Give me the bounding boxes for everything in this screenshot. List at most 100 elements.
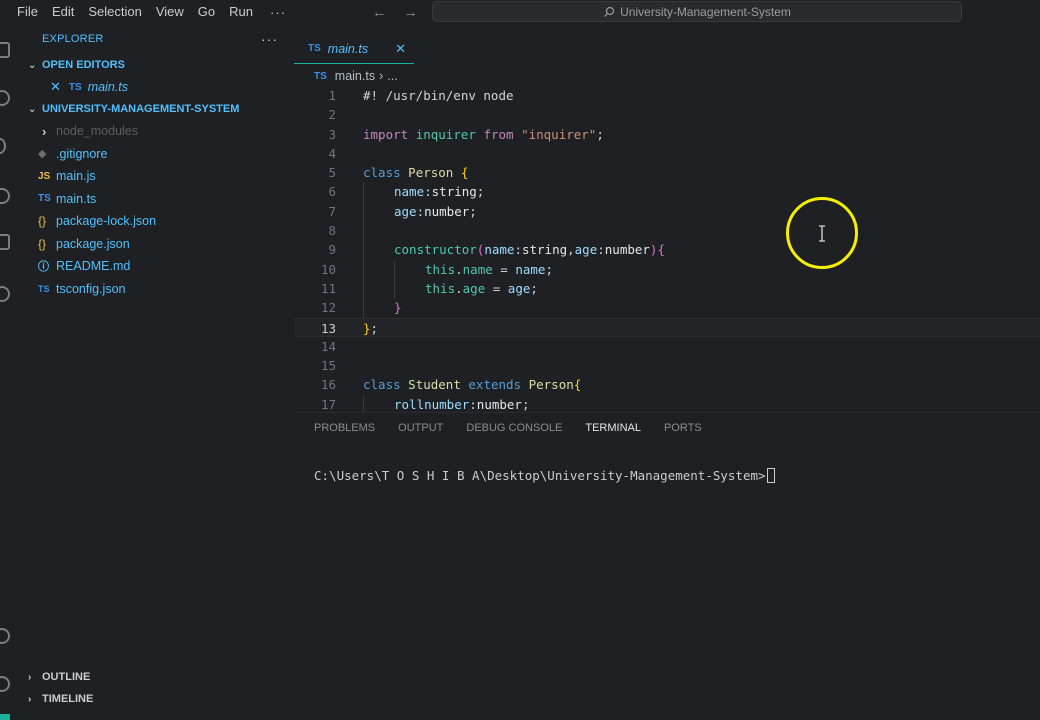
line-number: 1 bbox=[328, 88, 336, 103]
typescript-file-icon: TS bbox=[314, 70, 327, 82]
file-item-tsconfig-json[interactable]: TS tsconfig.json bbox=[12, 278, 294, 301]
source-control-icon[interactable] bbox=[0, 138, 6, 154]
breadcrumb-more[interactable]: ... bbox=[387, 69, 397, 83]
file-item-main-js[interactable]: JS main.js bbox=[12, 165, 294, 188]
code-token: : bbox=[469, 396, 477, 412]
file-item-node-modules[interactable]: › node_modules bbox=[12, 120, 294, 143]
code-line[interactable]: 4 bbox=[294, 144, 1040, 163]
code-token: } bbox=[394, 300, 402, 316]
line-number: 9 bbox=[328, 242, 336, 258]
breadcrumb-file[interactable]: main.ts bbox=[335, 69, 375, 83]
code-token: ; bbox=[521, 396, 530, 412]
file-item-readme-md[interactable]: ⓘ README.md bbox=[12, 255, 294, 278]
run-debug-icon[interactable] bbox=[0, 188, 10, 204]
menu-more-button[interactable]: ··· bbox=[260, 5, 296, 20]
code-line[interactable]: 7 age:number; bbox=[294, 201, 1040, 222]
code-text: #! /usr/bin/env node bbox=[363, 86, 514, 105]
code-line[interactable]: 14 bbox=[294, 337, 1040, 356]
tab-ports[interactable]: PORTS bbox=[664, 422, 702, 434]
line-number: 8 bbox=[328, 223, 336, 239]
code-text: class Student extends Person{ bbox=[363, 375, 581, 394]
file-item-label: node_modules bbox=[56, 124, 139, 139]
code-line[interactable]: 9 constructor(name:string,age:number){ bbox=[294, 240, 1040, 260]
close-icon[interactable]: ✕ bbox=[395, 41, 406, 57]
code-token: name bbox=[394, 184, 425, 200]
file-item--gitignore[interactable]: ◆ .gitignore bbox=[12, 143, 294, 166]
code-line[interactable]: 8 bbox=[294, 221, 1040, 241]
indent-guide bbox=[394, 278, 395, 299]
code-editor[interactable]: 1 #! /usr/bin/env node 2 3 import inquirer f… bbox=[294, 86, 1040, 412]
file-item-label: package-lock.json bbox=[56, 214, 157, 229]
code-line[interactable]: 12} bbox=[294, 298, 1040, 318]
code-token: { bbox=[657, 242, 665, 258]
menu-go[interactable]: Go bbox=[191, 0, 222, 24]
account-icon[interactable] bbox=[0, 628, 10, 644]
code-text: } bbox=[394, 298, 402, 317]
forward-arrow-icon[interactable]: → bbox=[403, 4, 418, 21]
close-icon[interactable]: ✕ bbox=[50, 79, 61, 95]
settings-gear-icon[interactable] bbox=[0, 676, 10, 692]
open-editors-section[interactable]: ⌄ OPEN EDITORS bbox=[12, 54, 294, 76]
remote-indicator[interactable] bbox=[0, 714, 10, 720]
code-line[interactable]: 10 this.name = name; bbox=[294, 259, 1040, 279]
menu-selection[interactable]: Selection bbox=[81, 0, 148, 24]
explorer-icon[interactable] bbox=[0, 42, 10, 58]
ts-file-icon: TS bbox=[38, 193, 51, 205]
code-line[interactable]: 16 class Student extends Person{ bbox=[294, 375, 1040, 394]
terminal-output[interactable]: C:\Users\T O S H I B A\Desktop\Universit… bbox=[314, 468, 775, 483]
code-line[interactable]: 17 rollnumber:number; bbox=[294, 394, 1040, 412]
line-number: 6 bbox=[328, 184, 336, 200]
code-token: age bbox=[507, 280, 531, 296]
tab-output[interactable]: OUTPUT bbox=[398, 422, 443, 434]
git-file-icon: ◆ bbox=[38, 148, 47, 161]
code-line[interactable]: 13}; bbox=[294, 317, 1040, 337]
line-number: 14 bbox=[320, 338, 336, 354]
tab-problems[interactable]: PROBLEMS bbox=[314, 422, 375, 434]
explorer-sidebar: EXPLORER ··· ⌄ OPEN EDITORS ✕ TS main.ts… bbox=[12, 24, 294, 714]
code-line[interactable]: 6 name:string; bbox=[294, 182, 1040, 202]
menu-file[interactable]: File bbox=[0, 0, 45, 24]
code-token: age bbox=[574, 242, 598, 258]
tab-terminal[interactable]: TERMINAL bbox=[585, 422, 641, 434]
menu-run[interactable]: Run bbox=[222, 0, 260, 24]
code-token: } bbox=[363, 320, 371, 336]
code-line[interactable]: 11 this.age = age; bbox=[294, 278, 1040, 299]
menu-edit[interactable]: Edit bbox=[45, 0, 81, 24]
command-center-search[interactable]: University-Management-System bbox=[432, 1, 962, 22]
indent-guide bbox=[363, 259, 364, 279]
code-line[interactable]: 3 import inquirer from "inquirer"; bbox=[294, 125, 1040, 144]
explorer-more-actions-button[interactable]: ··· bbox=[261, 31, 278, 47]
menu-view[interactable]: View bbox=[149, 0, 191, 24]
code-text: this.age = age; bbox=[425, 279, 538, 298]
line-number: 11 bbox=[320, 280, 336, 296]
open-editor-item-main-ts[interactable]: ✕ TS main.ts bbox=[12, 76, 294, 98]
indent-guide bbox=[363, 182, 364, 202]
file-item-main-ts[interactable]: TS main.ts bbox=[12, 188, 294, 211]
code-line[interactable]: 2 bbox=[294, 105, 1040, 124]
back-arrow-icon[interactable]: ← bbox=[372, 4, 387, 21]
search-activity-icon[interactable] bbox=[0, 90, 10, 106]
code-token: name bbox=[484, 242, 515, 258]
code-token: class bbox=[363, 377, 401, 393]
breadcrumb: TS main.ts › ... bbox=[314, 66, 398, 86]
file-item-package-lock-json[interactable]: {} package-lock.json bbox=[12, 210, 294, 233]
timeline-section[interactable]: › TIMELINE bbox=[12, 688, 294, 710]
code-line[interactable]: 5 class Person { bbox=[294, 163, 1040, 182]
outline-section[interactable]: › OUTLINE bbox=[12, 666, 294, 688]
project-folder-section[interactable]: ⌄ UNIVERSITY-MANAGEMENT-SYSTEM bbox=[12, 98, 294, 120]
editor-tab-bar: TS main.ts ✕ bbox=[294, 34, 1040, 64]
tab-main-ts[interactable]: TS main.ts ✕ bbox=[294, 34, 414, 64]
file-item-package-json[interactable]: {} package.json bbox=[12, 233, 294, 256]
remote-explorer-icon[interactable] bbox=[0, 286, 10, 302]
code-token: string bbox=[521, 242, 568, 258]
info-file-icon: ⓘ bbox=[38, 261, 49, 274]
code-token: number bbox=[424, 203, 470, 219]
code-line[interactable]: 15 bbox=[294, 356, 1040, 375]
code-line[interactable]: 1 #! /usr/bin/env node bbox=[294, 86, 1040, 105]
code-text: this.name = name; bbox=[425, 260, 553, 279]
extensions-icon[interactable] bbox=[0, 234, 10, 250]
tab-debug-console[interactable]: DEBUG CONSOLE bbox=[466, 422, 562, 434]
